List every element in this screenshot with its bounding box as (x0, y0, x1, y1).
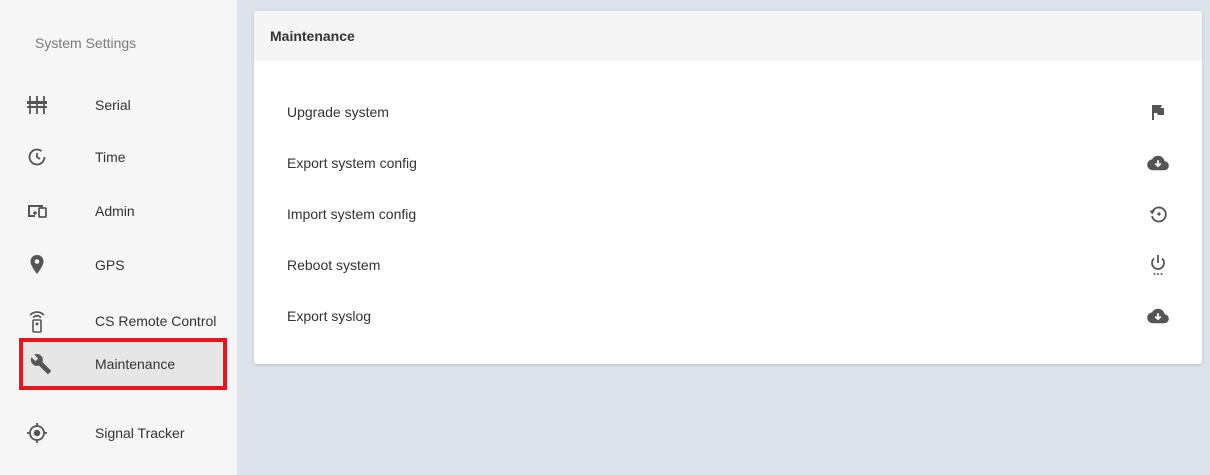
export-syslog-row[interactable]: Export syslog (254, 291, 1202, 341)
sidebar-item-gps[interactable]: GPS (19, 239, 227, 291)
sidebar: System Settings Serial Time Admin GPS CS… (0, 0, 238, 475)
sidebar-item-label: Serial (95, 97, 131, 113)
row-label: Reboot system (287, 257, 381, 273)
remote-control-icon (25, 309, 49, 333)
reboot-system-row[interactable]: Reboot system (254, 240, 1202, 290)
sidebar-item-signal-tracker[interactable]: Signal Tracker (19, 407, 227, 459)
sidebar-item-admin[interactable]: Admin (19, 185, 227, 237)
export-system-config-row[interactable]: Export system config (254, 138, 1202, 188)
sidebar-item-maintenance[interactable]: Maintenance (19, 338, 227, 390)
row-label: Upgrade system (287, 104, 389, 120)
row-label: Export system config (287, 155, 417, 171)
sidebar-item-label: Time (95, 149, 126, 165)
flag-icon[interactable] (1147, 101, 1169, 123)
row-label: Export syslog (287, 308, 372, 324)
map-pin-icon (25, 253, 49, 277)
maintenance-panel: Maintenance Upgrade system Export system… (254, 11, 1202, 364)
devices-icon (25, 199, 49, 223)
sidebar-item-label: Admin (95, 203, 135, 219)
restore-icon[interactable] (1147, 203, 1169, 225)
power-settings-icon[interactable] (1147, 254, 1169, 276)
sidebar-item-serial[interactable]: Serial (19, 79, 227, 131)
sidebar-item-label: GPS (95, 257, 125, 273)
clock-icon (25, 145, 49, 169)
sidebar-title: System Settings (35, 35, 137, 51)
cloud-download-icon[interactable] (1147, 305, 1169, 327)
wrench-icon (29, 352, 53, 376)
cloud-download-icon[interactable] (1147, 152, 1169, 174)
row-label: Import system config (287, 206, 417, 222)
sidebar-item-label: Maintenance (95, 356, 176, 372)
serial-icon (25, 93, 49, 117)
sidebar-item-label: CS Remote Control (95, 313, 217, 329)
page-title: Maintenance (270, 28, 355, 44)
app-window: System Settings Serial Time Admin GPS CS… (0, 0, 1210, 475)
import-system-config-row[interactable]: Import system config (254, 189, 1202, 239)
upgrade-system-row[interactable]: Upgrade system (254, 87, 1202, 137)
sidebar-item-label: Signal Tracker (95, 425, 185, 441)
sidebar-item-time[interactable]: Time (19, 131, 227, 183)
panel-header: Maintenance (254, 11, 1202, 61)
target-icon (25, 421, 49, 445)
